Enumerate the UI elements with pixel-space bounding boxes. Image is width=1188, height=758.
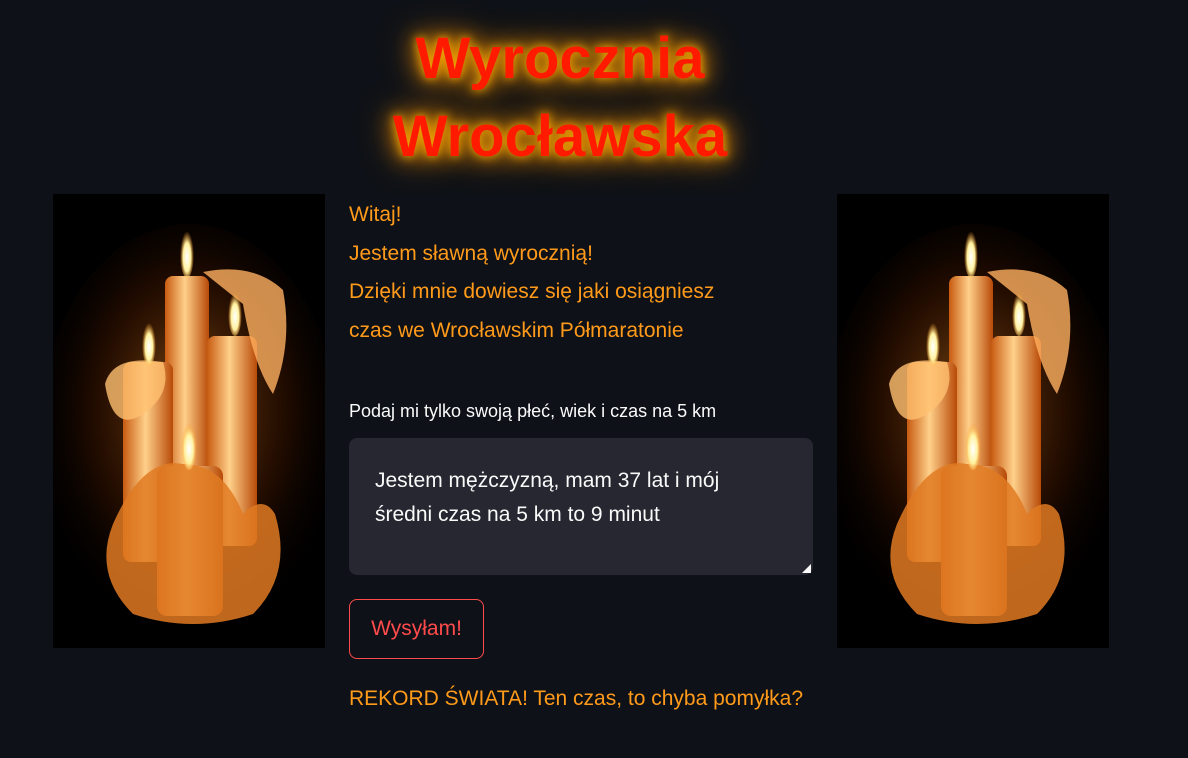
title-line-1: Wyrocznia [415,26,705,91]
result-message: REKORD ŚWIATA! Ten czas, to chyba pomyłk… [349,687,803,710]
resize-handle-icon[interactable] [802,564,811,573]
page-title: Wyrocznia Wrocławska [330,20,790,176]
description-textarea[interactable]: Jestem mężczyzną, mam 37 lat i mój średn… [349,438,813,575]
intro-line-oracle: Jestem sławną wyrocznią! [349,241,593,265]
intro-text: Witaj! Jestem sławną wyrocznią! Dzięki m… [349,196,819,350]
intro-line-learn: Dzięki mnie dowiesz się jaki osiągniesz [349,280,715,303]
title-line-2: Wrocławska [392,104,728,169]
input-label: Podaj mi tylko swoją płeć, wiek i czas n… [349,401,717,421]
intro-line-greeting: Witaj! [349,203,402,226]
app-page: Wyrocznia Wrocławska Witaj! Jestem sławn… [0,0,1188,758]
textarea-line-2: średni czas na 5 km to 9 minut [375,503,660,526]
submit-button[interactable]: Wysyłam! [349,599,484,659]
textarea-line-1: Jestem mężczyzną, mam 37 lat i mój [375,469,720,492]
left-candles-image [53,194,325,648]
intro-line-marathon: czas we Wrocławskim Półmaratonie [349,318,684,342]
right-candles-image [837,194,1109,648]
